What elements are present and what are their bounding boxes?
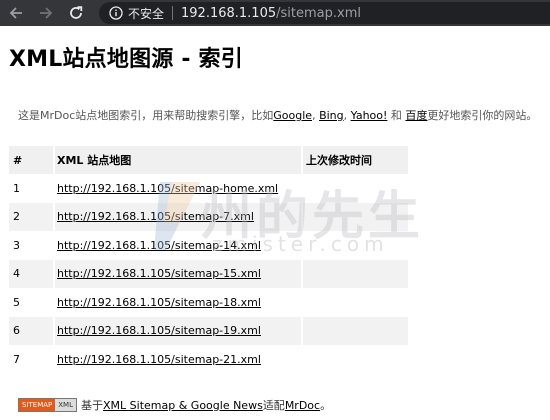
table-row: 5 http://192.168.1.105/sitemap-18.xml	[9, 288, 408, 317]
sitemap-link[interactable]: http://192.168.1.105/sitemap-7.xml	[57, 210, 254, 223]
row-lastmod	[301, 259, 408, 288]
row-url-cell: http://192.168.1.105/sitemap-18.xml	[53, 288, 302, 317]
url-text[interactable]: 192.168.1.105/sitemap.xml	[181, 6, 361, 21]
row-lastmod	[301, 202, 408, 231]
row-lastmod	[301, 345, 408, 374]
intro-suffix: 更好地索引你的网站。	[427, 109, 538, 122]
arrow-right-icon	[40, 7, 53, 19]
reload-button[interactable]	[66, 3, 86, 23]
table-header-row: # XML 站点地图 上次修改时间	[9, 146, 408, 174]
footer: SITEMAP XML 基于 XML Sitemap & Google News …	[18, 397, 331, 413]
sitemap-link[interactable]: http://192.168.1.105/sitemap-14.xml	[57, 239, 261, 252]
intro-sep-2: ,	[343, 109, 351, 122]
footer-prefix: 基于	[81, 399, 104, 412]
intro-and: 和	[387, 109, 406, 122]
browser-toolbar: 不安全 192.168.1.105/sitemap.xml	[0, 0, 550, 26]
header-number: #	[9, 146, 54, 174]
sitemap-link[interactable]: http://192.168.1.105/sitemap-19.xml	[57, 324, 261, 337]
baidu-link[interactable]: 百度	[405, 109, 427, 122]
url-path: /sitemap.xml	[276, 5, 361, 21]
row-url-cell: http://192.168.1.105/sitemap-14.xml	[53, 231, 302, 260]
footer-suffix: 。	[320, 399, 332, 412]
yahoo-link[interactable]: Yahoo!	[351, 109, 388, 122]
info-icon[interactable]	[109, 6, 123, 20]
header-lastmod: 上次修改时间	[301, 146, 408, 174]
forward-button[interactable]	[36, 3, 56, 23]
google-link[interactable]: Google	[273, 109, 312, 122]
table-row: 2 http://192.168.1.105/sitemap-7.xml	[9, 202, 408, 231]
omnibox-divider	[172, 6, 174, 20]
intro-prefix: 这是MrDoc站点地图索引，用来帮助搜索引擎，比如	[18, 109, 274, 122]
sitemap-link[interactable]: http://192.168.1.105/sitemap-21.xml	[57, 353, 261, 366]
row-url-cell: http://192.168.1.105/sitemap-19.xml	[53, 316, 302, 345]
intro-sep-1: ,	[312, 109, 320, 122]
sitemap-table: # XML 站点地图 上次修改时间 1 http://192.168.1.105…	[9, 146, 408, 374]
mrdoc-link[interactable]: MrDoc	[285, 399, 320, 412]
sitemap-link[interactable]: http://192.168.1.105/sitemap-home.xml	[57, 182, 278, 195]
row-lastmod	[301, 316, 408, 345]
row-number: 4	[9, 259, 54, 288]
row-number: 1	[13, 181, 20, 195]
row-lastmod	[301, 231, 408, 260]
table-row: 3 http://192.168.1.105/sitemap-14.xml	[9, 231, 408, 260]
row-url-cell: http://192.168.1.105/sitemap-21.xml	[53, 345, 302, 374]
row-url-cell: http://192.168.1.105/sitemap-15.xml	[53, 259, 302, 288]
table-row: 4 http://192.168.1.105/sitemap-15.xml	[9, 259, 408, 288]
row-number: 2	[9, 202, 54, 231]
footer-middle: 适配	[262, 399, 285, 412]
intro-text: 这是MrDoc站点地图索引，用来帮助搜索引擎，比如Google, Bing, Y…	[18, 107, 537, 123]
table-row: 7 http://192.168.1.105/sitemap-21.xml	[9, 345, 408, 374]
reload-icon	[70, 6, 83, 19]
row-url-cell: http://192.168.1.105/sitemap-home.xml	[53, 174, 302, 203]
row-lastmod	[301, 288, 408, 317]
badge-right: XML	[55, 399, 77, 411]
security-label: 不安全	[128, 6, 165, 21]
row-lastmod	[301, 174, 408, 203]
row-number: 7	[13, 352, 20, 366]
table-row: 6 http://192.168.1.105/sitemap-19.xml	[9, 316, 408, 345]
row-number: 6	[9, 316, 54, 345]
page-title: XML站点地图源 - 索引	[9, 47, 243, 72]
address-bar[interactable]: 不安全 192.168.1.105/sitemap.xml	[99, 2, 550, 24]
arrow-left-icon	[9, 7, 22, 19]
url-host: 192.168.1.105	[181, 5, 277, 21]
row-url-cell: http://192.168.1.105/sitemap-7.xml	[53, 202, 302, 231]
sitemap-xml-badge: SITEMAP XML	[18, 398, 78, 412]
plugin-link[interactable]: XML Sitemap & Google News	[103, 399, 263, 412]
table-row: 1 http://192.168.1.105/sitemap-home.xml	[9, 174, 408, 203]
header-sitemap: XML 站点地图	[53, 146, 302, 174]
sitemap-link[interactable]: http://192.168.1.105/sitemap-15.xml	[57, 267, 261, 280]
bing-link[interactable]: Bing	[319, 109, 344, 122]
row-number: 5	[13, 295, 20, 309]
back-button[interactable]	[6, 3, 26, 23]
badge-left: SITEMAP	[19, 399, 56, 411]
row-number: 3	[13, 238, 20, 252]
sitemap-link[interactable]: http://192.168.1.105/sitemap-18.xml	[57, 296, 261, 309]
